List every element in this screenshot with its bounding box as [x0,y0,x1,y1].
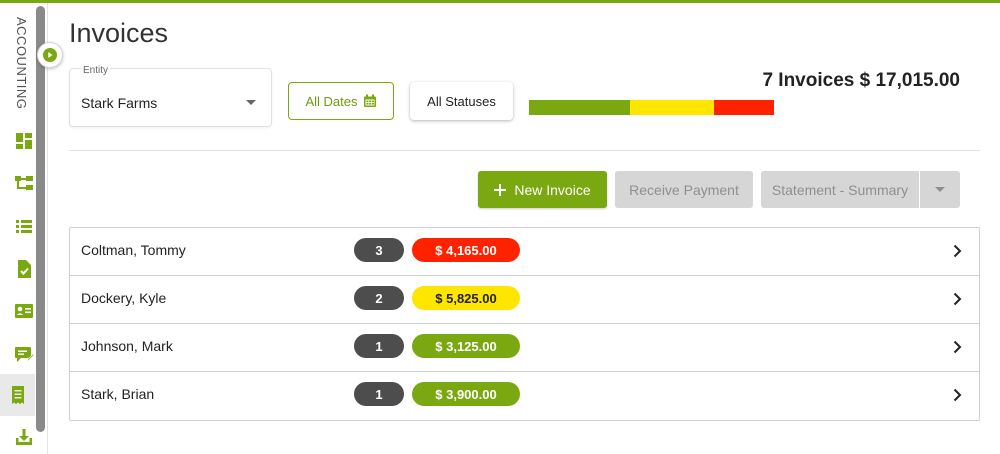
all-dates-label: All Dates [305,93,358,109]
statement-dropdown-toggle[interactable] [920,171,960,208]
dashboard-icon[interactable] [12,129,36,153]
status-progress-bar [529,100,774,115]
document-check-icon[interactable] [12,257,36,281]
calendar-icon [363,94,376,107]
page-title: Invoices [69,18,169,48]
sidebar-toggle-button[interactable] [37,42,63,68]
invoice-count-badge: 1 [354,382,404,406]
invoice-summary: 7 Invoices $ 17,015.00 [762,70,960,91]
amount-badge: $ 4,165.00 [412,238,520,262]
download-icon[interactable] [12,425,36,449]
sidebar-section-label: ACCOUNTING [14,17,29,110]
invoice-row[interactable]: Dockery, Kyle 2 $ 5,825.00 [70,276,979,324]
entity-select[interactable]: Entity Stark Farms [69,65,272,127]
invoice-list: Coltman, Tommy 3 $ 4,165.00 Dockery, Kyle 2 $… [69,227,980,421]
top-accent-bar [0,0,1000,3]
contact-card-icon[interactable] [12,299,36,323]
receipt-icon[interactable] [0,374,35,416]
play-arrow-icon [43,48,57,62]
chevron-down-icon [935,187,945,192]
customer-name: Coltman, Tommy [81,242,186,258]
new-invoice-label: New Invoice [514,181,591,198]
entity-caption: Entity [81,65,111,76]
status-bar-segment-red [714,100,774,115]
message-edit-icon[interactable] [12,342,36,366]
invoice-count-badge: 3 [354,238,404,262]
invoice-row[interactable]: Coltman, Tommy 3 $ 4,165.00 [70,228,979,276]
invoice-row[interactable]: Stark, Brian 1 $ 3,900.00 [70,372,979,420]
status-bar-segment-yellow [630,100,714,115]
all-statuses-button[interactable]: All Statuses [410,82,513,120]
plus-icon [494,183,507,196]
customer-name: Stark, Brian [81,386,155,402]
customer-name: Dockery, Kyle [81,290,167,306]
invoice-row[interactable]: Johnson, Mark 1 $ 3,125.00 [70,324,979,372]
section-divider [69,150,980,151]
invoice-count-badge: 2 [354,286,404,310]
hierarchy-icon[interactable] [12,171,36,195]
all-dates-button[interactable]: All Dates [288,82,394,120]
new-invoice-button[interactable]: New Invoice [478,171,607,208]
chevron-right-icon[interactable] [949,290,965,308]
entity-value: Stark Farms [81,95,158,111]
sidebar: ACCOUNTING [0,3,48,454]
sidebar-scrollbar[interactable] [36,6,45,432]
amount-badge: $ 5,825.00 [412,286,520,310]
chevron-right-icon[interactable] [949,338,965,356]
amount-badge: $ 3,125.00 [412,334,520,358]
amount-badge: $ 3,900.00 [412,382,520,406]
chevron-right-icon[interactable] [949,242,965,260]
chevron-down-icon [246,100,256,105]
list-icon[interactable] [12,214,36,238]
status-bar-segment-green [529,100,631,115]
chevron-right-icon[interactable] [949,386,965,404]
customer-name: Johnson, Mark [81,338,173,354]
receive-payment-button[interactable]: Receive Payment [615,171,753,208]
invoice-count-badge: 1 [354,334,404,358]
statement-summary-button[interactable]: Statement - Summary [761,171,919,208]
